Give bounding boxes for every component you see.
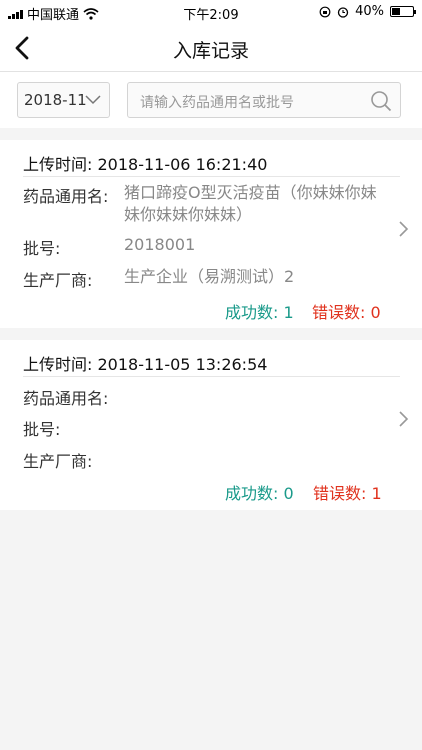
month-select-value: 2018-11 <box>24 91 87 109</box>
success-count-label: 成功数: <box>225 484 279 503</box>
orientation-lock-icon <box>319 6 331 17</box>
status-bar: 中国联通 下午2:09 40% <box>0 0 422 24</box>
error-count-label: 错误数: <box>312 303 366 322</box>
record-card[interactable]: 上传时间: 2018-11-05 13:26:54 药品通用名: 批号: 生产厂… <box>0 340 422 510</box>
search-input[interactable]: 请输入药品通用名或批号 <box>127 82 401 118</box>
filter-bar: 2018-11 请输入药品通用名或批号 <box>0 72 422 128</box>
upload-time-label: 上传时间: <box>23 355 93 374</box>
upload-time-value: 2018-11-06 16:21:40 <box>97 155 268 174</box>
card-divider <box>23 176 400 177</box>
chevron-right-icon <box>399 221 409 237</box>
page-title: 入库记录 <box>172 40 249 62</box>
upload-time: 上传时间: 2018-11-06 16:21:40 <box>23 151 267 175</box>
drug-name-value: 猪口蹄疫O型灭活疫苗（你妹妹你妹妹你妹妹你妹妹） <box>124 183 377 224</box>
battery-icon <box>390 6 416 17</box>
error-count-label: 错误数: <box>313 484 367 503</box>
manufacturer-label: 生产厂商: <box>23 271 93 290</box>
success-count-value: 0 <box>283 484 294 503</box>
battery-percent: 40% <box>355 4 384 19</box>
battery-level <box>392 8 400 15</box>
success-count: 成功数: 0 <box>225 480 294 504</box>
success-count-value: 1 <box>283 303 294 322</box>
search-icon[interactable] <box>370 90 392 112</box>
upload-time: 上传时间: 2018-11-05 13:26:54 <box>23 351 267 375</box>
error-count: 错误数: 1 <box>313 480 382 504</box>
error-count-value: 1 <box>371 484 382 503</box>
chevron-right-icon <box>399 411 409 427</box>
batch-no-value: 2018001 <box>124 235 196 254</box>
manufacturer-label: 生产厂商: <box>23 452 93 471</box>
nav-bar: 入库记录 <box>0 24 422 72</box>
success-count: 成功数: 1 <box>225 299 294 323</box>
record-card[interactable]: 上传时间: 2018-11-06 16:21:40 药品通用名: 猪口蹄疫O型灭… <box>0 140 422 328</box>
alarm-icon <box>337 6 349 18</box>
search-placeholder: 请输入药品通用名或批号 <box>140 95 294 111</box>
success-count-label: 成功数: <box>225 303 279 322</box>
drug-name-label: 药品通用名: <box>23 389 109 408</box>
error-count-value: 0 <box>370 303 381 322</box>
upload-time-label: 上传时间: <box>23 155 93 174</box>
drug-name-label: 药品通用名: <box>23 187 109 206</box>
error-count: 错误数: 0 <box>312 299 381 323</box>
batch-no-label: 批号: <box>23 239 61 258</box>
card-divider <box>23 376 400 377</box>
chevron-down-icon <box>85 95 101 105</box>
batch-no-label: 批号: <box>23 420 61 439</box>
manufacturer-value: 生产企业（易溯测试）2 <box>124 267 295 286</box>
upload-time-value: 2018-11-05 13:26:54 <box>97 355 268 374</box>
month-select[interactable]: 2018-11 <box>17 82 110 118</box>
status-right: 40% <box>319 4 416 19</box>
